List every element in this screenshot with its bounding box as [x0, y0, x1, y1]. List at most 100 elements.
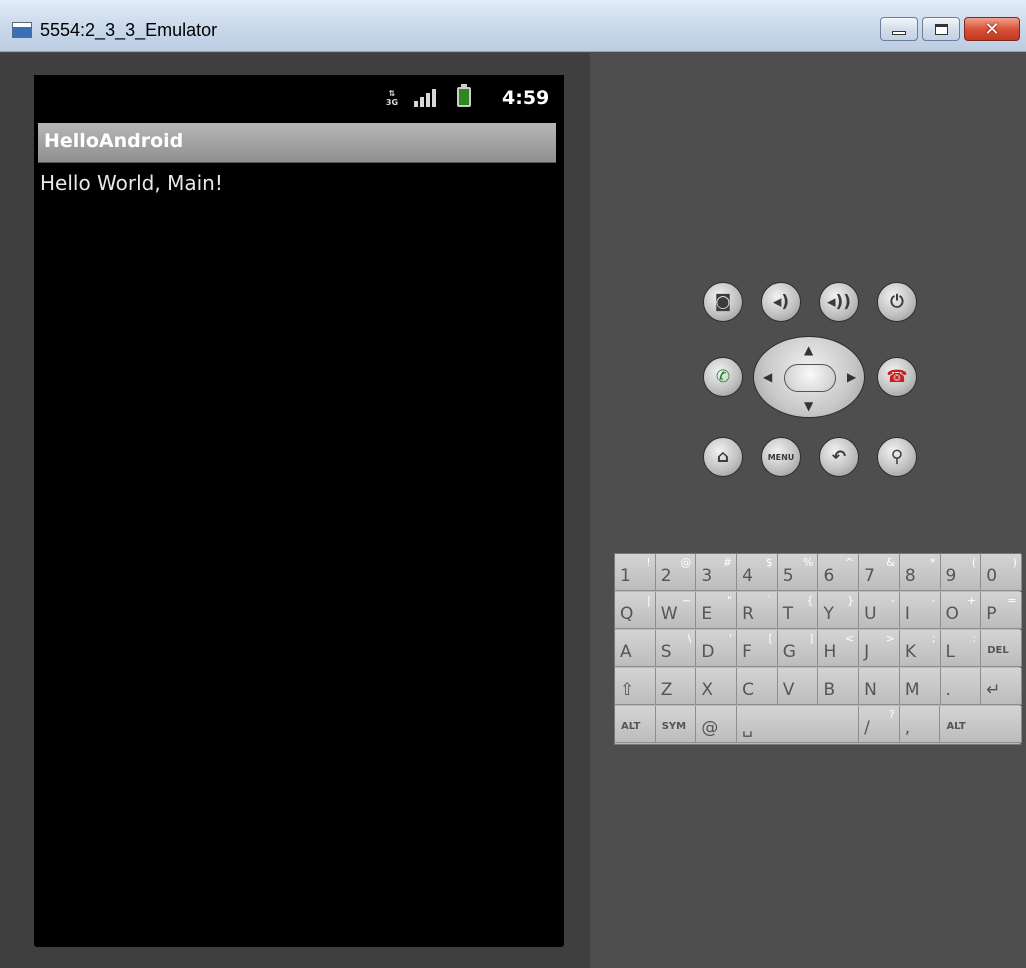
search-icon: ⚲ [890, 447, 904, 467]
key-label: W [660, 604, 678, 624]
key[interactable]: ⇧ [615, 668, 656, 705]
keyboard-row-5: ALT SYM @ ␣ /?, ALT [615, 706, 1023, 744]
key-label: 5 [782, 566, 794, 586]
hardware-controls: ◙ ◂) ◂)) ⏻ ✆ ▲ ▼ ◀ ▶ ☎ ⌂ MENU ↶ ⚲ 1! 2 @3 #… [590, 53, 1026, 968]
key[interactable]: Y} [818, 592, 860, 629]
emulator-window: 5554:2_3_3_Emulator ✕ ⇅ 3G 4:59 HelloAndr… [0, 0, 1026, 968]
key[interactable]: 8 * [899, 554, 941, 591]
key[interactable]: 1! [615, 554, 656, 591]
key[interactable]: DEL [981, 630, 1022, 667]
key-alt-label: + [966, 594, 977, 607]
key-alt-label: ) [1012, 556, 1017, 569]
key[interactable]: T{ [777, 592, 819, 629]
key-alt-label: ; [931, 632, 936, 645]
key[interactable]: G] [777, 630, 819, 667]
key[interactable]: . [940, 668, 982, 705]
volume-up-button[interactable]: ◂)) [819, 282, 859, 322]
key[interactable]: H < [818, 630, 860, 667]
end-call-button[interactable]: ☎ [877, 357, 917, 397]
key[interactable]: E " [696, 592, 738, 629]
key[interactable]: J > [859, 630, 900, 667]
key[interactable]: , [899, 706, 941, 743]
key[interactable]: 6 ^ [818, 554, 860, 591]
key[interactable]: 2 @ [655, 554, 697, 591]
hardware-keyboard: 1! 2 @3 #4 $5% 6 ^ 7 & 8 * 9(0) Q | W ~ E " R ` T{Y} U - I - O + P… [614, 553, 1023, 745]
close-button[interactable]: ✕ [964, 17, 1020, 41]
key-alt-label: \ [687, 632, 692, 645]
key[interactable]: 7 & [859, 554, 900, 591]
key-alt-label: ! [646, 556, 651, 569]
key-label: O [945, 604, 959, 624]
key[interactable]: U- [859, 592, 900, 629]
key-label: 3 [701, 566, 713, 586]
maximize-button[interactable] [922, 17, 960, 41]
key-label: U [864, 604, 877, 624]
key-alt-label: ] [809, 632, 814, 645]
key[interactable]: A [615, 630, 656, 667]
minimize-button[interactable] [880, 17, 918, 41]
key[interactable]: @ [696, 706, 738, 743]
key[interactable]: ALT [940, 706, 1023, 743]
key-label: E [701, 604, 713, 624]
key-label: S [660, 642, 672, 662]
key[interactable]: R ` [737, 592, 778, 629]
key-label: T [782, 604, 794, 624]
key[interactable]: /? [859, 706, 900, 743]
key[interactable]: W ~ [655, 592, 697, 629]
dpad[interactable]: ▲ ▼ ◀ ▶ [753, 336, 865, 418]
key-alt-label: ^ [844, 556, 855, 569]
key[interactable]: K; [899, 630, 941, 667]
key-label: SYM [661, 721, 687, 732]
key-alt-label: % [802, 556, 814, 569]
key[interactable]: 0) [981, 554, 1022, 591]
key[interactable]: D ' [696, 630, 738, 667]
key[interactable]: 5% [777, 554, 819, 591]
minimize-icon [892, 31, 906, 35]
call-button[interactable]: ✆ [703, 357, 743, 397]
keyboard-row-2: Q | W ~ E " R ` T{Y} U - I - O + P = [615, 592, 1022, 630]
key[interactable]: V [777, 668, 819, 705]
key-label: 1 [620, 566, 631, 586]
dpad-center-button[interactable] [784, 364, 836, 392]
key[interactable]: ␣ [737, 706, 860, 743]
key[interactable]: ALT [615, 706, 656, 743]
volume-up-icon: ◂)) [826, 292, 852, 312]
key-label: C [742, 680, 754, 700]
key-label: ⇧ [620, 680, 635, 700]
device-screen[interactable]: ⇅ 3G 4:59 HelloAndroid Hello World, Main! [34, 75, 564, 947]
key[interactable]: S \ [655, 630, 697, 667]
key[interactable]: 4 $ [737, 554, 778, 591]
key[interactable]: P = [981, 592, 1022, 629]
key-label: H [823, 642, 837, 662]
power-button[interactable]: ⏻ [877, 282, 917, 322]
power-icon: ⏻ [890, 292, 904, 312]
key[interactable]: 9( [940, 554, 982, 591]
menu-button[interactable]: MENU [761, 437, 801, 477]
key[interactable]: O + [940, 592, 982, 629]
key[interactable]: ↵ [981, 668, 1022, 705]
key[interactable]: Q | [615, 592, 656, 629]
camera-button[interactable]: ◙ [703, 282, 743, 322]
key[interactable]: X [696, 668, 738, 705]
title-bar[interactable]: 5554:2_3_3_Emulator ✕ [0, 0, 1026, 52]
key[interactable]: C [737, 668, 778, 705]
key[interactable]: 3 # [696, 554, 738, 591]
key[interactable]: L: [940, 630, 982, 667]
search-button[interactable]: ⚲ [877, 437, 917, 477]
key-alt-label: * [930, 556, 936, 569]
status-bar: ⇅ 3G 4:59 [34, 75, 564, 121]
volume-down-button[interactable]: ◂) [761, 282, 801, 322]
key[interactable]: F[ [737, 630, 778, 667]
key[interactable]: SYM [655, 706, 697, 743]
key[interactable]: M [899, 668, 941, 705]
home-button[interactable]: ⌂ [703, 437, 743, 477]
back-button[interactable]: ↶ [819, 437, 859, 477]
key[interactable]: B [818, 668, 860, 705]
key-label: K [904, 642, 916, 662]
key[interactable]: Z [655, 668, 697, 705]
camera-icon: ◙ [714, 292, 732, 312]
key-alt-label: ? [888, 708, 895, 721]
home-icon: ⌂ [716, 447, 730, 467]
key[interactable]: N [859, 668, 900, 705]
key[interactable]: I- [899, 592, 941, 629]
